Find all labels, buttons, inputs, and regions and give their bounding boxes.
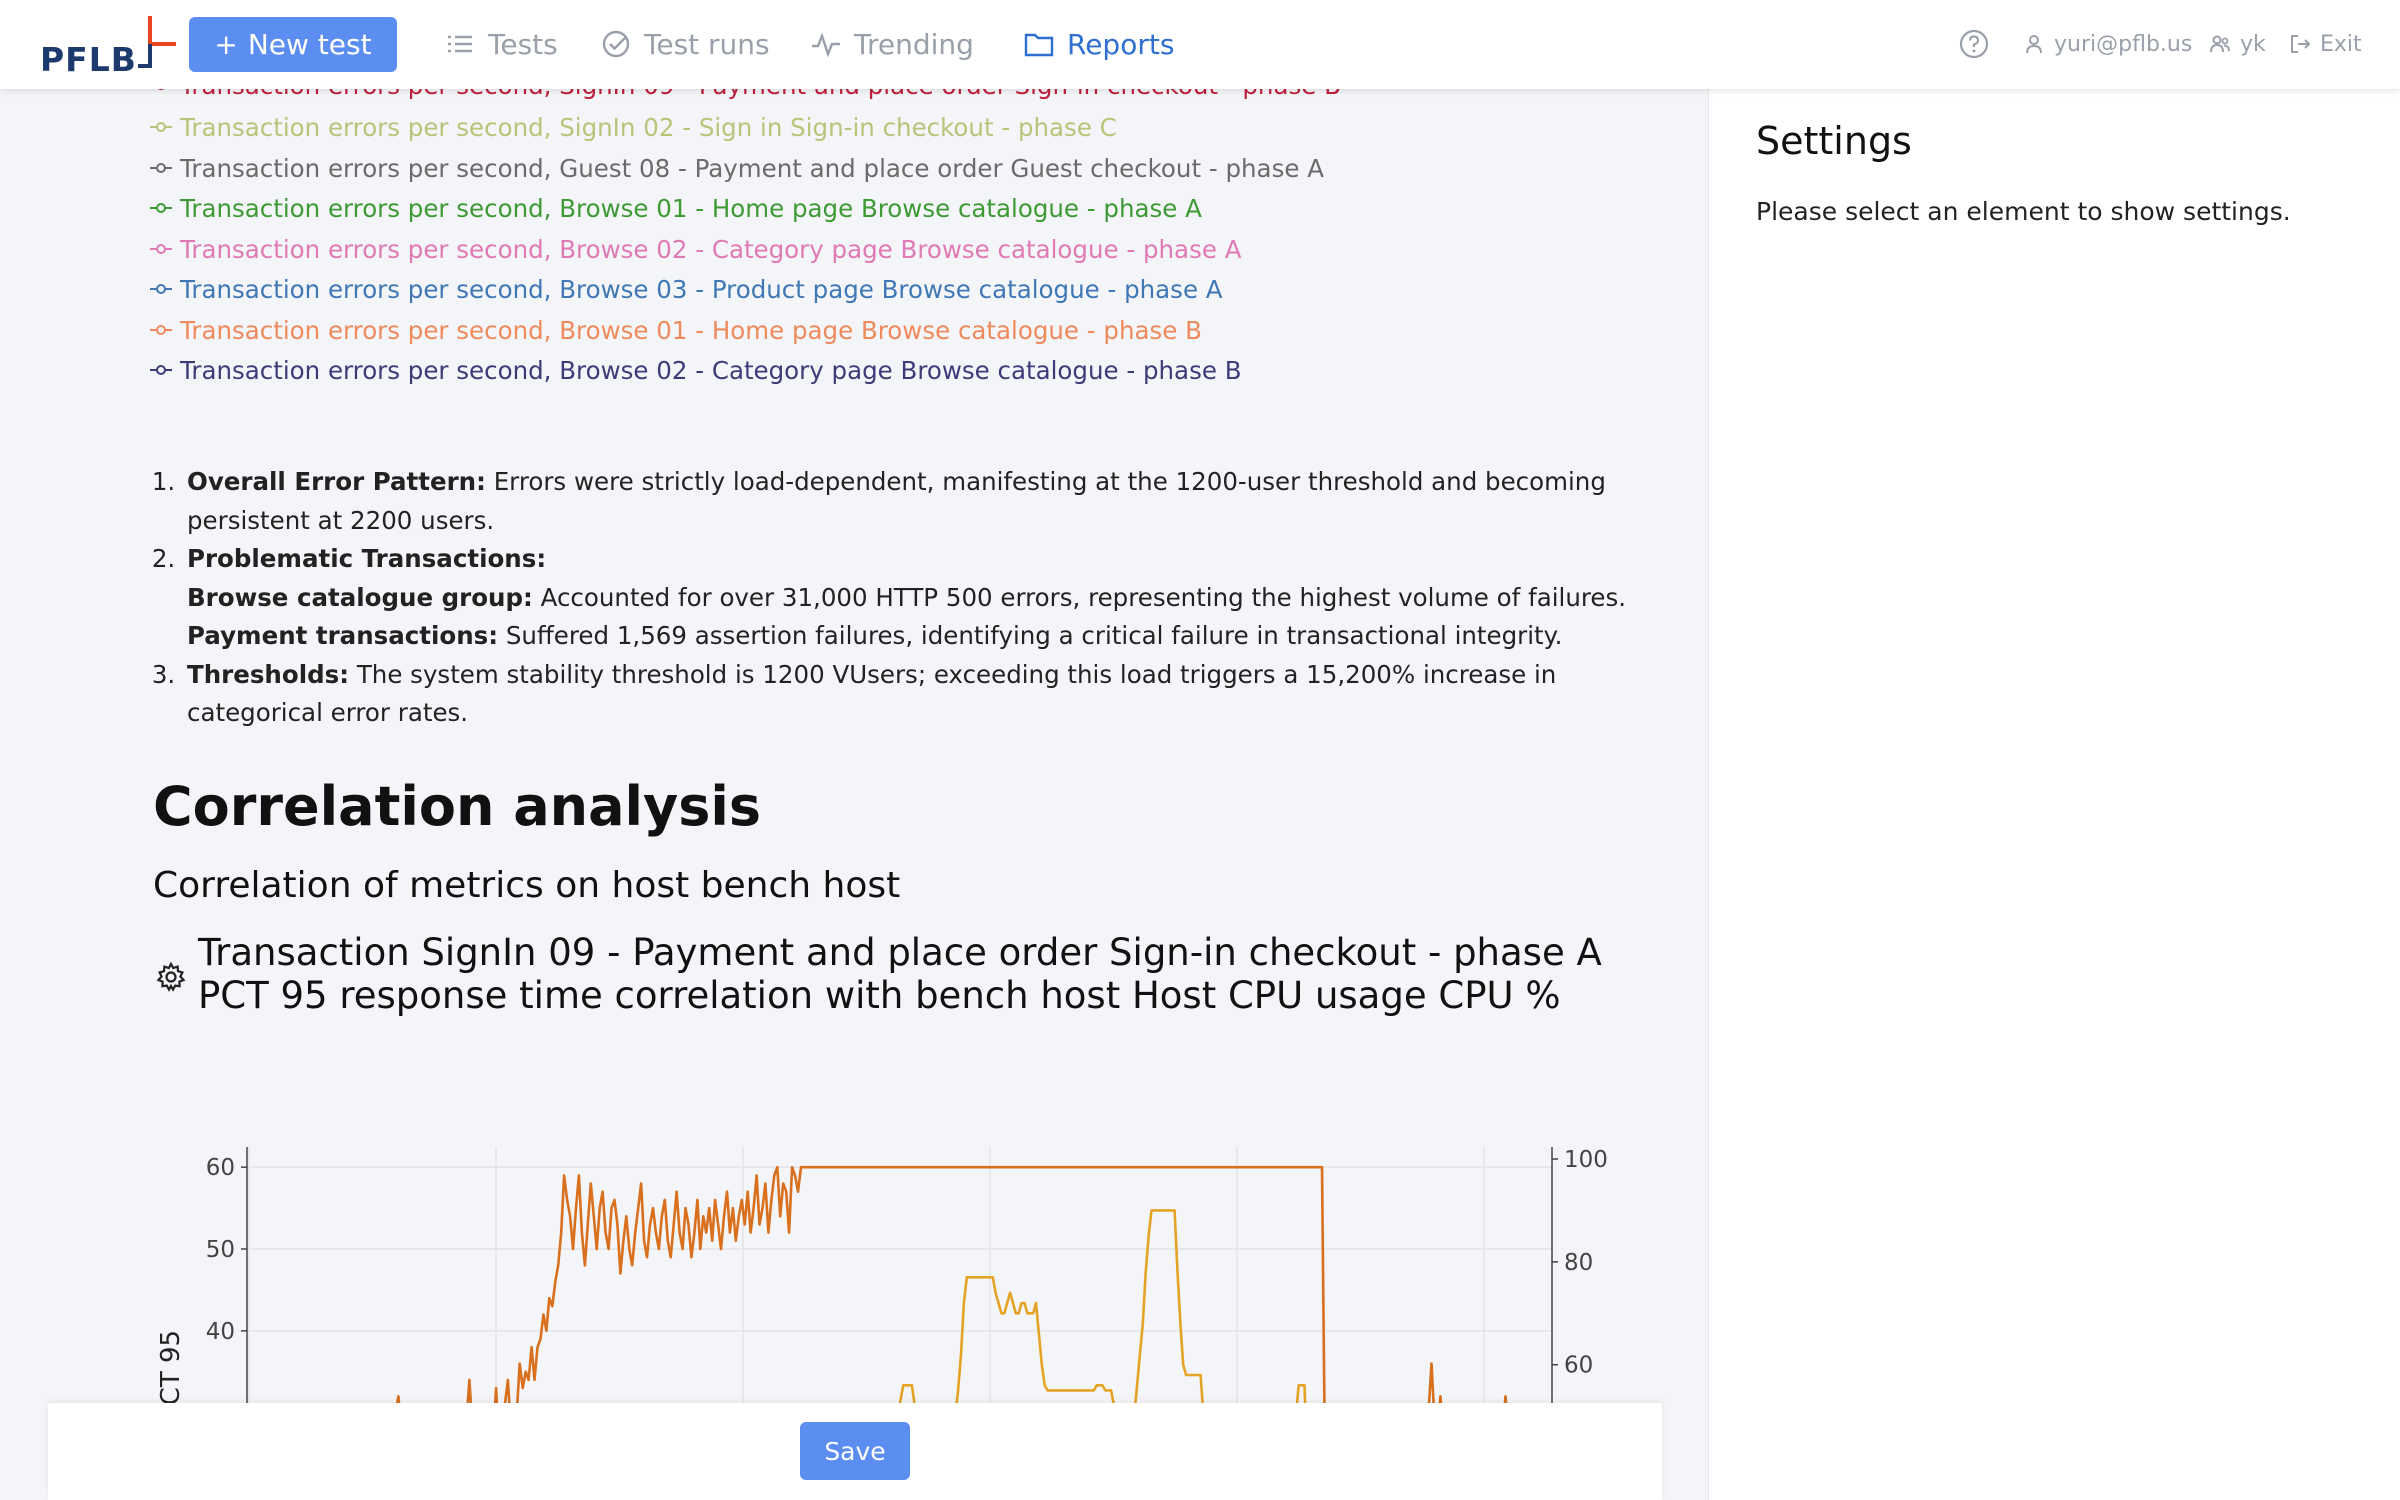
finding-subitem: Payment transactions: Suffered 1,569 ass…: [187, 617, 1635, 656]
finding-subitem: Browse catalogue group: Accounted for ov…: [187, 579, 1635, 618]
finding-subtext: Suffered 1,569 assertion failures, ident…: [498, 621, 1563, 650]
legend-label: Transaction errors per second, Browse 02…: [180, 234, 1242, 264]
nav-trending-label: Trending: [854, 27, 974, 61]
y-tick-label: 40: [206, 1319, 235, 1345]
team-name: yk: [2240, 31, 2266, 57]
list-icon: [448, 35, 472, 53]
new-test-button[interactable]: + New test: [189, 17, 397, 72]
legend-marker-icon: [150, 202, 172, 214]
nav-reports[interactable]: Reports: [1023, 26, 1174, 62]
y2-tick-label: 80: [1564, 1250, 1593, 1276]
check-circle-icon: [602, 30, 630, 58]
finding-title: Overall Error Pattern:: [187, 467, 486, 496]
legend-label: Transaction errors per second, Browse 01…: [180, 315, 1202, 345]
finding-item: Problematic Transactions: Browse catalog…: [183, 540, 1635, 656]
user-icon: [2026, 35, 2042, 54]
legend-marker-icon: [150, 364, 172, 376]
legend-marker-icon: [150, 89, 172, 91]
nav-trending[interactable]: Trending: [810, 26, 974, 62]
legend-item[interactable]: Transaction errors per second, Browse 01…: [150, 310, 1202, 350]
plus-icon: +: [214, 28, 238, 61]
legend-item[interactable]: Transaction errors per second, Browse 01…: [150, 188, 1202, 228]
save-bar: Save: [48, 1403, 1662, 1500]
finding-item: Thresholds: The system stability thresho…: [183, 656, 1635, 733]
legend-marker-icon: [150, 243, 172, 255]
team-link[interactable]: yk: [2208, 26, 2266, 62]
y-tick-label: 60: [206, 1155, 235, 1181]
legend-marker-icon: [150, 283, 172, 295]
legend-item[interactable]: Transaction errors per second, Browse 02…: [150, 229, 1241, 269]
help-icon: [1959, 29, 1989, 59]
exit-button[interactable]: Exit: [2288, 26, 2362, 62]
pflb-logo[interactable]: PFLB: [40, 14, 176, 79]
finding-subtitle: Browse catalogue group:: [187, 582, 533, 612]
nav-reports-label: Reports: [1067, 27, 1175, 61]
legend-marker-icon: [150, 121, 172, 133]
legend-label: Transaction errors per second, Browse 02…: [180, 355, 1242, 385]
pulse-icon: [812, 32, 840, 58]
chart-title: Transaction SignIn 09 - Payment and plac…: [198, 931, 1602, 1017]
exit-label: Exit: [2320, 31, 2362, 57]
settings-message: Please select an element to show setting…: [1756, 197, 2291, 226]
y-tick-label: 50: [206, 1237, 235, 1263]
user-email: yuri@pflb.us: [2054, 31, 2193, 57]
new-test-label: New test: [247, 28, 372, 61]
finding-subtext: Accounted for over 31,000 HTTP 500 error…: [532, 582, 1627, 612]
legend-label: Transaction errors per second, Browse 03…: [180, 274, 1223, 304]
finding-title: Problematic Transactions:: [187, 544, 547, 573]
finding-item: Overall Error Pattern: Errors were stric…: [183, 463, 1635, 540]
findings-list: Overall Error Pattern: Errors were stric…: [155, 463, 1635, 733]
top-navigation-bar: PFLB + New test Tests Test runs Trending…: [0, 0, 2400, 89]
legend-label: Transaction errors per second, Browse 01…: [180, 193, 1202, 223]
legend-marker-icon: [150, 162, 172, 174]
legend-item[interactable]: Transaction errors per second, Guest 08 …: [150, 148, 1324, 188]
gear-icon[interactable]: [155, 961, 187, 993]
settings-title: Settings: [1756, 119, 1912, 163]
user-profile-link[interactable]: yuri@pflb.us: [2022, 26, 2192, 62]
report-content: Transaction errors per second, SignIn 09…: [0, 89, 1708, 1500]
nav-tests-label: Tests: [488, 27, 558, 61]
finding-subtitle: Payment transactions:: [187, 621, 499, 650]
legend-item[interactable]: Transaction errors per second, Browse 02…: [150, 350, 1242, 390]
logo-text: PFLB: [40, 40, 137, 79]
legend-item[interactable]: Transaction errors per second, SignIn 02…: [150, 107, 1117, 147]
y2-tick-label: 100: [1564, 1147, 1608, 1173]
legend-label: Transaction errors per second, SignIn 02…: [180, 112, 1117, 142]
legend-item[interactable]: Transaction errors per second, SignIn 09…: [150, 89, 1341, 105]
settings-panel: Settings Please select an element to sho…: [1708, 89, 2400, 1500]
finding-title: Thresholds:: [187, 659, 350, 689]
legend-item[interactable]: Transaction errors per second, Browse 03…: [150, 269, 1223, 309]
help-button[interactable]: [1958, 26, 1990, 62]
team-icon: [2210, 35, 2230, 53]
subsection-title: Correlation of metrics on host bench hos…: [153, 865, 901, 906]
nav-test-runs[interactable]: Test runs: [600, 26, 770, 62]
nav-test-runs-label: Test runs: [644, 27, 770, 61]
section-title: Correlation analysis: [153, 775, 762, 838]
save-button[interactable]: Save: [800, 1422, 910, 1480]
legend-label: Transaction errors per second, Guest 08 …: [180, 153, 1324, 183]
logout-icon: [2291, 35, 2311, 53]
y2-tick-label: 60: [1564, 1353, 1593, 1379]
folder-icon: [1024, 33, 1054, 57]
legend-label: Transaction errors per second, SignIn 09…: [180, 89, 1341, 100]
legend-marker-icon: [150, 324, 172, 336]
nav-tests[interactable]: Tests: [444, 26, 558, 62]
finding-text: The system stability threshold is 1200 V…: [187, 659, 1557, 728]
